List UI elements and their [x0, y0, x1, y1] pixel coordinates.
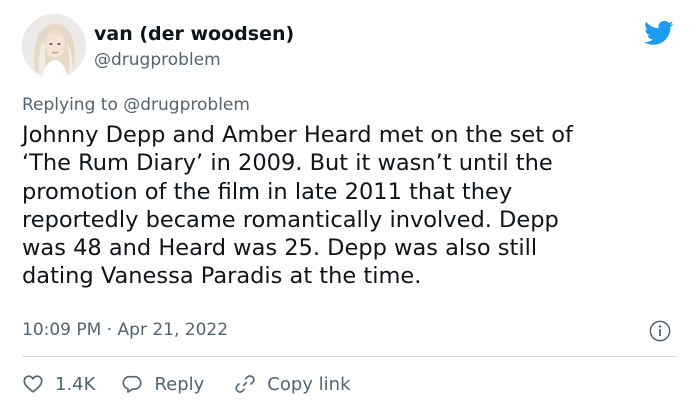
reply-label: Reply — [154, 373, 205, 395]
replying-to: Replying to @drugproblem — [22, 95, 250, 115]
twitter-bird-icon[interactable] — [642, 18, 676, 48]
avatar[interactable] — [22, 14, 86, 78]
user-handle[interactable]: @drugproblem — [94, 50, 221, 70]
tweet-text-line: promotion of the film in late 2011 that … — [22, 178, 513, 205]
tweet-card: van (der woodsen) @drugproblem Replying … — [0, 0, 700, 405]
like-button[interactable]: 1.4K — [22, 373, 95, 395]
divider — [22, 356, 677, 357]
avatar-image — [22, 14, 86, 78]
info-icon[interactable] — [649, 320, 671, 342]
display-name[interactable]: van (der woodsen) — [94, 23, 294, 45]
reply-button[interactable]: Reply — [121, 373, 204, 395]
tweet-text-line: dating Vanessa Paradis at the time. — [22, 263, 422, 290]
tweet-text-line: was 48 and Heard was 25. Depp was also s… — [22, 235, 538, 262]
replying-prefix: Replying to — [22, 95, 118, 115]
speech-bubble-icon — [122, 375, 142, 393]
like-count: 1.4K — [55, 373, 96, 395]
copy-link-button[interactable]: Copy link — [234, 373, 351, 395]
replying-handle[interactable]: @drugproblem — [123, 95, 250, 115]
action-bar: 1.4K Reply Copy link — [22, 372, 351, 396]
tweet-timestamp[interactable]: 10:09 PM · Apr 21, 2022 — [22, 320, 228, 340]
link-icon — [235, 375, 255, 393]
tweet-text-line: ‘The Rum Diary’ in 2009. But it wasn’t u… — [22, 150, 553, 177]
heart-icon — [23, 375, 43, 393]
tweet-text: Johnny Depp and Amber Heard met on the s… — [22, 121, 682, 291]
tweet-text-line: reportedly became romantically involved.… — [22, 206, 559, 233]
tweet-text-line: Johnny Depp and Amber Heard met on the s… — [22, 122, 573, 148]
copy-link-label: Copy link — [267, 373, 351, 395]
